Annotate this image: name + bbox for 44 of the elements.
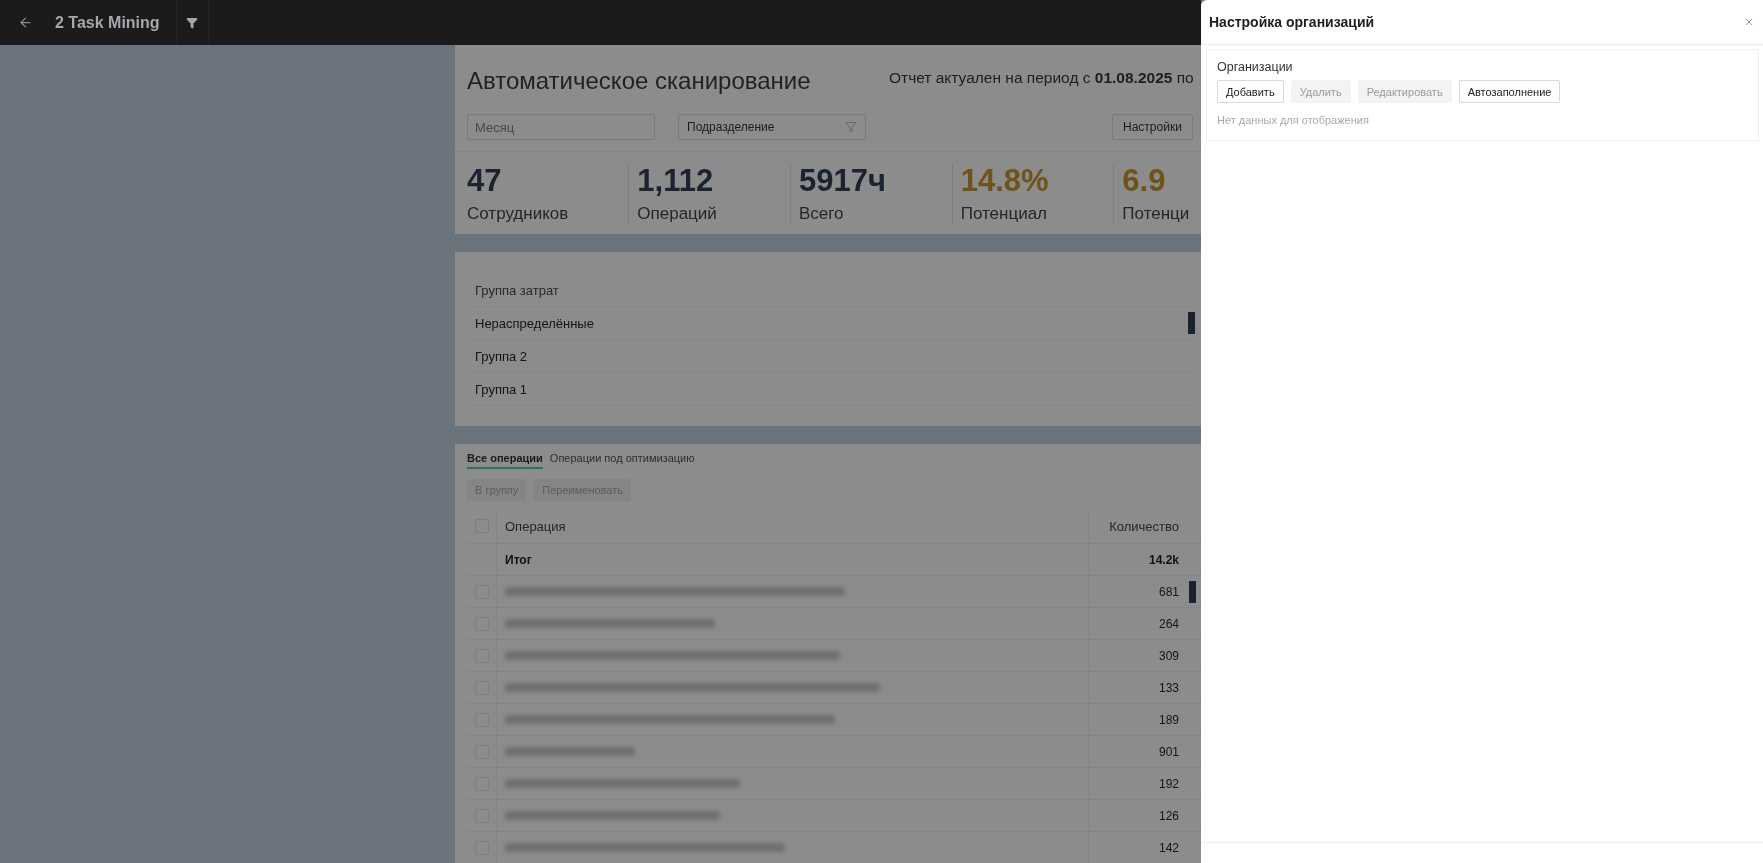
kpi-value: 47 xyxy=(467,163,503,199)
count-value: 309 xyxy=(1158,648,1179,663)
month-field[interactable]: Месяц xyxy=(467,114,655,140)
group-name: Группа 1 xyxy=(475,381,528,397)
kpi-value: 6.9 xyxy=(1122,163,1167,199)
count-value: 901 xyxy=(1158,744,1179,759)
count-value: 681 xyxy=(1158,584,1179,599)
report-title: Автоматическое сканирование xyxy=(467,67,811,95)
action-button[interactable]: Добавить xyxy=(1217,80,1284,103)
group-name: Группа 2 xyxy=(475,348,528,364)
report-period: Отчет актуален на период с 01.08.2025 по xyxy=(889,68,1195,87)
count-value: 133 xyxy=(1158,680,1179,695)
app-title: 2 Task Mining xyxy=(50,0,177,45)
tab[interactable]: Все операции xyxy=(467,452,543,469)
kpi-label: Сотрудников xyxy=(467,204,570,224)
column-header: Группа затрат xyxy=(475,282,559,298)
count-value: 126 xyxy=(1158,808,1179,823)
close-button[interactable] xyxy=(1743,16,1755,28)
column-header: Количество xyxy=(1109,518,1179,534)
filter-icon xyxy=(186,16,199,29)
count-value: 192 xyxy=(1158,776,1179,791)
group-name: Нераспределённые xyxy=(475,315,594,331)
kpi-label: Операций xyxy=(637,204,718,224)
count-value: 264 xyxy=(1158,616,1179,631)
kpi-label: Всего xyxy=(799,204,845,224)
settings-button[interactable]: Настройки xyxy=(1112,114,1193,140)
division-select[interactable]: Подразделение xyxy=(678,114,866,140)
kpi-value: 14.8% xyxy=(960,163,1050,199)
count-value: 189 xyxy=(1158,712,1179,727)
total-label: Итог xyxy=(505,552,532,567)
kpi-label: Потенциал xyxy=(960,204,1048,224)
drawer-title: Настройка организаций xyxy=(1209,14,1375,30)
total-count: 14.2k xyxy=(1148,552,1179,567)
kpi-value: 1,112 xyxy=(637,163,715,199)
close-icon xyxy=(1743,16,1755,28)
kpi-label: Потенци xyxy=(1122,204,1191,224)
filter-icon xyxy=(845,121,857,133)
empty-message: Нет данных для отображения xyxy=(1217,114,1370,126)
column-header: Операция xyxy=(505,518,566,534)
count-value: 142 xyxy=(1158,840,1179,855)
action-button[interactable]: Автозаполнение xyxy=(1458,80,1561,103)
kpi-value: 5917ч xyxy=(799,163,887,199)
tab[interactable]: Операции под оптимизацию xyxy=(549,452,695,469)
section-title: Организации xyxy=(1217,60,1294,74)
